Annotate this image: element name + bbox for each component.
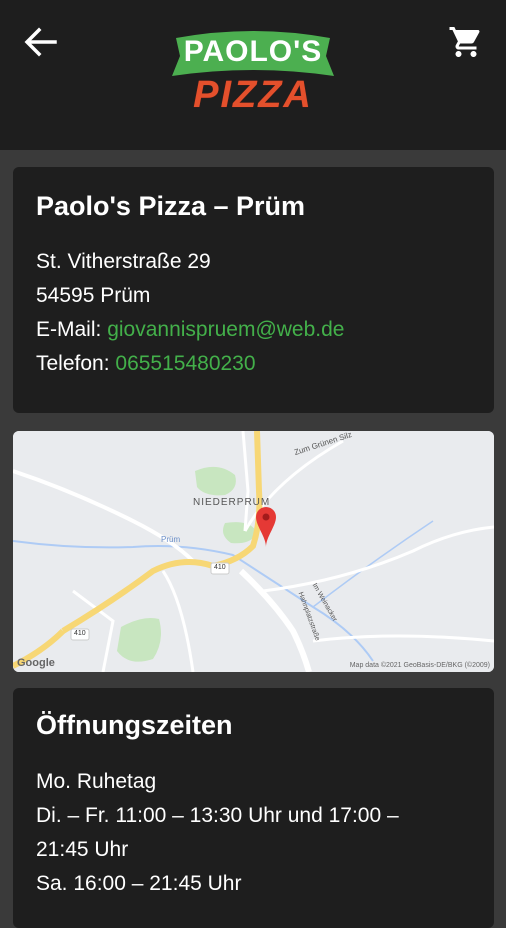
phone-row: Telefon: 065515480230 — [36, 352, 256, 376]
location-map[interactable]: NIEDERPRUM Zum Grünen Silz Prüm Im Weina… — [13, 431, 494, 672]
back-button[interactable] — [20, 22, 60, 62]
road-number-badge-2: 410 — [74, 630, 86, 637]
paolos-pizza-logo: PAOLO'S PIZZA — [168, 22, 338, 122]
email-row: E-Mail: giovannispruem@web.de — [36, 318, 344, 342]
shopping-cart-icon — [449, 27, 480, 57]
map-place-label: NIEDERPRUM — [193, 497, 271, 508]
restaurant-info-card: Paolo's Pizza – Prüm St. Vitherstraße 29… — [13, 167, 494, 413]
logo-text-top: PAOLO'S — [183, 35, 323, 68]
logo-text-bottom: PIZZA — [193, 73, 313, 116]
phone-link[interactable]: 065515480230 — [115, 352, 255, 375]
google-logo: Google — [17, 657, 55, 669]
restaurant-title: Paolo's Pizza – Prüm — [36, 191, 306, 221]
road-number-badge-1: 410 — [214, 564, 226, 571]
phone-label: Telefon: — [36, 352, 116, 375]
email-label: E-Mail: — [36, 318, 108, 341]
address-city: 54595 Prüm — [36, 284, 151, 307]
opening-hours-title: Öffnungszeiten — [36, 710, 233, 740]
arrow-left-icon — [24, 27, 57, 57]
map-attribution: Map data ©2021 GeoBasis-DE/BKG (©2009) — [349, 662, 490, 669]
hours-line: Di. – Fr. 11:00 – 13:30 Uhr und 17:00 – — [36, 804, 399, 827]
map-river-label: Prüm — [161, 535, 181, 544]
app-header: PAOLO'S PIZZA — [0, 0, 506, 150]
address-street: St. Vitherstraße 29 — [36, 250, 211, 273]
hours-line: Sa. 16:00 – 21:45 Uhr — [36, 872, 242, 895]
hours-line: 21:45 Uhr — [36, 838, 129, 861]
opening-hours-card: Öffnungszeiten Mo. Ruhetag Di. – Fr. 11:… — [13, 688, 494, 928]
cart-button[interactable] — [444, 20, 488, 64]
email-link[interactable]: giovannispruem@web.de — [107, 318, 344, 341]
hours-line: Mo. Ruhetag — [36, 770, 157, 793]
